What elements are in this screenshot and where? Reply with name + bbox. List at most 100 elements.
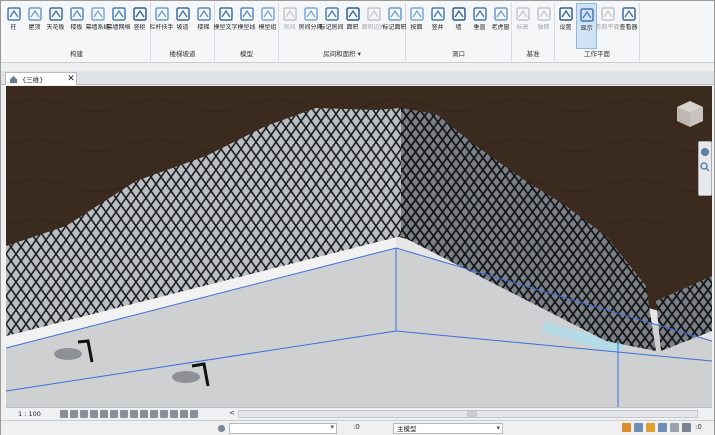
ribbon-group-buttons: 房间 房间分隔 标记房间 面积 面积边界 标记面积 <box>279 3 407 49</box>
select-by-face-icon[interactable] <box>658 423 667 432</box>
ribbon-button-3-5[interactable]: 标记面积 <box>383 3 407 49</box>
ribbon-button-0-0[interactable]: 柱 <box>3 3 24 49</box>
ribbon-group-label: 基准 <box>526 50 540 58</box>
tag-area-icon <box>387 7 402 21</box>
ribbon-button-4-4[interactable]: 老虎窗 <box>490 3 511 49</box>
model-line-icon <box>239 7 254 21</box>
ribbon-button-4-1[interactable]: 竖井 <box>427 3 448 49</box>
workset-icon[interactable] <box>217 424 226 433</box>
scrollbar-thumb[interactable] <box>467 411 477 417</box>
select-pinned-icon[interactable] <box>646 423 655 432</box>
level-icon <box>515 7 530 21</box>
ribbon-button-6-0[interactable]: 设置 <box>555 3 576 49</box>
crop-region-icon[interactable] <box>120 409 128 418</box>
curtain-system-icon <box>90 7 105 21</box>
ribbon-group-6: 设置 显示 参照平面 查看器 工作平面 <box>555 3 640 61</box>
revit-window: 柱屋顶 天花板 楼板 幕墙系统 幕墙网格 竖梃 构建 栏杆扶手 坡道 楼梯 楼梯坡道 模型文字 模型线模… <box>0 0 715 435</box>
workset-dropdown[interactable] <box>229 423 337 434</box>
ribbon-group-label: 构建 <box>70 50 83 58</box>
ribbon-button-5-1[interactable]: 轴网 <box>533 3 554 49</box>
curtain-grid-icon <box>111 7 126 21</box>
3d-viewport[interactable] <box>6 86 712 407</box>
status-bar: :0 主模型 :0 <box>1 420 714 435</box>
ribbon-group-label: 洞口 <box>452 50 465 58</box>
view-scale[interactable]: 1 : 100 <box>18 410 58 418</box>
room-separator-icon <box>303 7 318 21</box>
view-control-icons <box>60 409 198 418</box>
detail-level-icon[interactable] <box>60 409 68 418</box>
ribbon-group-label: 模型 <box>240 50 253 58</box>
design-option-dropdown[interactable]: 主模型 <box>393 423 503 434</box>
temp-hide-icon[interactable] <box>140 409 148 418</box>
ribbon-button-3-2[interactable]: 标记房间 <box>320 3 344 49</box>
view-tab-3d[interactable]: {三维} ✕ <box>5 72 77 85</box>
ribbon-button-1-2[interactable]: 楼梯 <box>193 3 214 49</box>
ribbon-button-0-2[interactable]: 天花板 <box>45 3 66 49</box>
ribbon-button-6-2[interactable]: 参照平面 <box>596 3 620 49</box>
ribbon-button-label: 竖梃 <box>133 24 146 31</box>
filter-icon[interactable] <box>682 423 691 432</box>
ribbon-button-0-6[interactable]: 竖梃 <box>129 3 150 49</box>
ribbon-button-label: 轴网 <box>537 24 550 31</box>
horizontal-scrollbar[interactable] <box>238 410 698 418</box>
area-icon <box>345 7 360 21</box>
ribbon-button-6-3[interactable]: 查看器 <box>618 3 639 49</box>
ceiling-icon <box>48 7 63 21</box>
select-underlay-icon[interactable] <box>634 423 643 432</box>
ribbon-group-label: 房间和面积 ▾ <box>323 50 361 58</box>
ribbon-groups: 柱屋顶 天花板 楼板 幕墙系统 幕墙网格 竖梃 构建 栏杆扶手 坡道 楼梯 楼梯坡道 模型文字 模型线模… <box>3 3 640 61</box>
crop-icon[interactable] <box>110 409 118 418</box>
drag-elements-icon[interactable] <box>670 423 679 432</box>
navigation-bar[interactable] <box>698 141 712 196</box>
ribbon-button-3-1[interactable]: 房间分隔 <box>299 3 323 49</box>
ribbon-button-4-3[interactable]: 垂直 <box>469 3 490 49</box>
ribbon-button-2-1[interactable]: 模型线 <box>236 3 257 49</box>
sun-path-icon[interactable] <box>80 409 88 418</box>
model-canvas <box>6 86 712 407</box>
status-right-icons: :0 <box>622 423 704 432</box>
visual-style-icon[interactable] <box>70 409 78 418</box>
analytical-model-icon[interactable] <box>170 409 178 418</box>
highlight-displacement-icon[interactable] <box>180 409 188 418</box>
view-cube[interactable] <box>674 98 706 130</box>
zoom-icon[interactable] <box>700 162 710 172</box>
ribbon-button-3-3[interactable]: 面积 <box>342 3 363 49</box>
ribbon-button-0-3[interactable]: 楼板 <box>66 3 87 49</box>
ribbon-button-0-5[interactable]: 幕墙网格 <box>107 3 131 49</box>
ribbon-group-buttons: 标高 轴网 <box>512 3 554 49</box>
shaft-icon <box>430 7 445 21</box>
set-workplane-icon <box>558 7 573 21</box>
ribbon-button-4-2[interactable]: 墙 <box>448 3 469 49</box>
steering-wheel-icon[interactable] <box>700 147 710 157</box>
roof-icon <box>27 7 42 21</box>
scroll-left-arrow[interactable]: < <box>229 409 235 417</box>
home-icon <box>9 75 18 83</box>
ribbon-button-3-0[interactable]: 房间 <box>279 3 300 49</box>
ribbon-button-6-1[interactable]: 显示 <box>576 3 597 49</box>
grid-icon <box>536 7 551 21</box>
close-icon[interactable]: ✕ <box>66 74 76 85</box>
ribbon-button-1-1[interactable]: 坡道 <box>172 3 193 49</box>
floor-icon <box>69 7 84 21</box>
ribbon: 柱屋顶 天花板 楼板 幕墙系统 幕墙网格 竖梃 构建 栏杆扶手 坡道 楼梯 楼梯坡道 模型文字 模型线模… <box>1 1 714 63</box>
select-links-icon[interactable] <box>622 423 631 432</box>
ribbon-button-2-2[interactable]: 模型组 <box>257 3 278 49</box>
railing-icon <box>154 7 169 21</box>
render-icon[interactable] <box>100 409 108 418</box>
ribbon-button-2-0[interactable]: 模型文字 <box>214 3 238 49</box>
ribbon-button-4-0[interactable]: 按面 <box>406 3 427 49</box>
wall-opening-icon <box>451 7 466 21</box>
ribbon-button-3-4[interactable]: 面积边界 <box>362 3 386 49</box>
temp-view-props-icon[interactable] <box>160 409 168 418</box>
ribbon-button-1-0[interactable]: 栏杆扶手 <box>150 3 174 49</box>
lock-view-icon[interactable] <box>130 409 138 418</box>
view-tab-title: {三维} <box>22 76 44 84</box>
reveal-constraints-icon[interactable] <box>190 409 198 418</box>
shadows-icon[interactable] <box>90 409 98 418</box>
ribbon-button-5-0[interactable]: 标高 <box>512 3 533 49</box>
ribbon-group-2: 模型文字 模型线 模型组 模型 <box>214 3 279 61</box>
ribbon-button-0-4[interactable]: 幕墙系统 <box>86 3 110 49</box>
mullion-icon <box>132 7 147 21</box>
ribbon-button-0-1[interactable]: 屋顶 <box>24 3 45 49</box>
reveal-hidden-icon[interactable] <box>150 409 158 418</box>
